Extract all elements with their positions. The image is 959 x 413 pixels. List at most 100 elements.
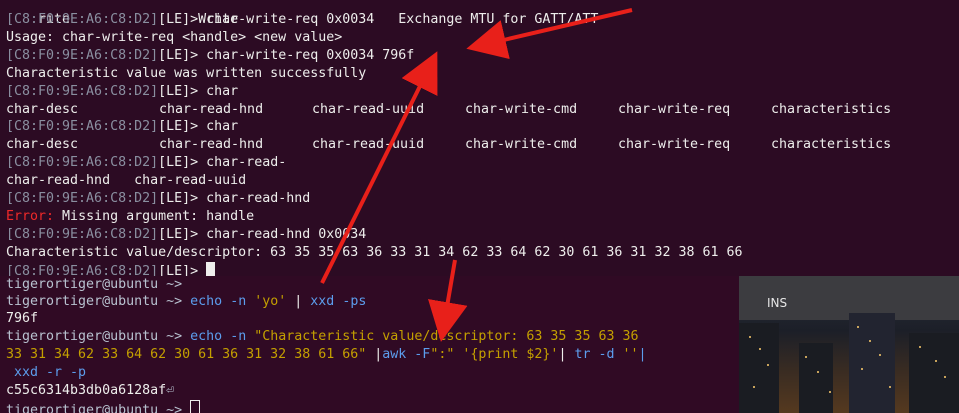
cmd-xxd: xxd: [6, 365, 39, 380]
completion-item: characteristics: [771, 137, 892, 153]
shell-line-4: tigerortiger@ubuntu ~> echo -n "Characte…: [6, 328, 638, 346]
cmd-flag: -n: [222, 329, 255, 344]
building-shape: [799, 343, 833, 413]
prompt-address: [C8:F0:9E:A6:C8:D2]: [6, 226, 159, 242]
prompt-user: tigerortiger@ubuntu: [6, 277, 159, 292]
prompt-user: tigerortiger@ubuntu: [6, 294, 159, 309]
gatt-prompt-line: [C8:F0:9E:A6:C8:D2][LE]> char: [6, 83, 238, 101]
command-text: char: [206, 119, 239, 135]
cmd-string: '{print $2}': [454, 347, 559, 362]
gatt-prompt-line: [C8:F0:9E:A6:C8:D2][LE]> char-read-: [6, 154, 286, 172]
command-text: char-write-req 0x0034: [206, 12, 375, 27]
window-light: [817, 371, 819, 373]
return-mark-icon: ⏎: [166, 383, 175, 398]
prompt-address: [C8:F0:9E:A6:C8:D2]: [6, 83, 159, 99]
cmd-flag: -F: [406, 347, 431, 362]
prompt-address: [C8:F0:9E:A6:C8:D2]: [6, 119, 159, 135]
building-shape: [739, 323, 779, 413]
window-light: [759, 348, 761, 350]
prompt-address: [C8:F0:9E:A6:C8:D2]: [6, 12, 159, 27]
window-light: [861, 368, 863, 370]
cmd-string: '': [622, 347, 639, 362]
ins-indicator: INS: [767, 296, 788, 310]
shell-line-8[interactable]: tigerortiger@ubuntu ~>: [6, 400, 201, 413]
window-light: [889, 386, 891, 388]
error-line: Error: Missing argument: handle: [6, 208, 254, 226]
shell-line-2: tigerortiger@ubuntu ~> echo -n 'yo' | xx…: [6, 293, 366, 311]
prompt-mode: [LE]>: [158, 83, 199, 99]
completion-item: characteristics: [771, 101, 892, 117]
prompt-mode: [LE]>: [158, 12, 199, 27]
cmd-flag: -n: [222, 294, 255, 309]
prompt-path: ~>: [158, 403, 183, 413]
cmd-flag: -r -p: [38, 365, 87, 380]
completion-list: char-desc char-read-hnd char-read-uuid char…: [6, 136, 924, 154]
gatt-prompt-line: [C8:F0:9E:A6:C8:D2][LE]> char-write-req …: [6, 47, 414, 65]
cmd-echo: echo: [190, 294, 223, 309]
gatt-prompt-line: [C8:F0:9E:A6:C8:D2][LE]>: [6, 261, 216, 276]
clipped-help-line: rite Write Exchange MTU for GATT/ATT: [6, 0, 598, 27]
prompt-mode: [LE]>: [158, 119, 199, 135]
prompt-user: tigerortiger@ubuntu: [6, 403, 159, 413]
prompt-address: [C8:F0:9E:A6:C8:D2]: [6, 155, 159, 171]
error-text: Missing argument: handle: [54, 208, 255, 224]
shell-line-1: tigerortiger@ubuntu ~>: [6, 276, 182, 294]
window-light: [749, 336, 751, 338]
clipped-text-c: Exchange MTU for GATT/ATT: [398, 12, 599, 27]
prompt-mode: [LE]>: [158, 263, 199, 276]
completion-item: char-read-uuid: [312, 137, 425, 153]
completion-item: char-read-uuid: [312, 101, 425, 117]
building-shape: [909, 333, 959, 413]
cmd-string: "Characteristic value/descriptor: 63 35 …: [254, 329, 639, 344]
cmd-awk: awk: [382, 347, 407, 362]
completion-item: char-write-req: [618, 137, 731, 153]
completion-item: char-desc: [6, 101, 79, 117]
window-light: [869, 340, 871, 342]
command-text: char-read-hnd: [206, 191, 311, 206]
window-light: [919, 346, 921, 348]
command-text: char: [206, 83, 239, 99]
window-light: [753, 386, 755, 388]
completion-list: char-desc char-read-hnd char-read-uuid char…: [6, 101, 924, 119]
completion-item: char-read-hnd: [159, 137, 264, 153]
output-line: Characteristic value was written success…: [6, 65, 366, 83]
command-text: char-write-req 0x0034 796f: [206, 47, 415, 63]
output-text: Characteristic value was written success…: [6, 65, 367, 81]
prompt-path: ~>: [158, 329, 183, 344]
prompt-address: [C8:F0:9E:A6:C8:D2]: [6, 47, 159, 63]
prompt-address: [C8:F0:9E:A6:C8:D2]: [6, 191, 159, 206]
cmd-pipe: |: [558, 347, 575, 362]
window-light: [935, 360, 937, 362]
prompt-address: [C8:F0:9E:A6:C8:D2]: [6, 263, 159, 276]
cmd-string: 33 31 34 62 33 64 62 30 61 36 31 32 38 6…: [6, 347, 367, 362]
prompt-path: ~>: [158, 294, 183, 309]
output-text: Usage: char-write-req <handle> <new valu…: [6, 29, 343, 45]
prompt-path: ~>: [158, 277, 183, 292]
building-shape: [849, 313, 895, 413]
window-light: [857, 326, 859, 328]
cmd-pipe: |: [286, 294, 311, 309]
prompt-user: tigerortiger@ubuntu: [6, 329, 159, 344]
shell-output-decoded: c55c6314b3db0a6128af⏎: [6, 382, 174, 400]
cmd-echo: echo: [190, 329, 223, 344]
completion-item: char-write-req: [618, 101, 731, 117]
error-label: Error:: [6, 208, 55, 224]
cmd-xxd: xxd: [310, 294, 335, 309]
prompt-mode: [LE]>: [158, 191, 199, 206]
shell-line-5: 33 31 34 62 33 64 62 30 61 36 31 32 38 6…: [6, 346, 647, 364]
gatt-prompt-line: [C8:F0:9E:A6:C8:D2][LE]> char-read-hnd 0…: [6, 226, 366, 244]
gatttool-terminal[interactable]: rite Write Exchange MTU for GATT/ATT [C8…: [0, 0, 959, 276]
gatt-prompt-line: [C8:F0:9E:A6:C8:D2][LE]> char-write-req …: [6, 11, 374, 29]
window-light: [805, 356, 807, 358]
command-text: char-read-hnd 0x0034: [206, 226, 367, 242]
terminal-cursor: [190, 400, 201, 413]
output-line: Usage: char-write-req <handle> <new valu…: [6, 29, 342, 47]
prompt-mode: [LE]>: [158, 155, 199, 171]
prompt-mode: [LE]>: [158, 226, 199, 242]
cmd-tr: tr: [574, 347, 591, 362]
output-text: c55c6314b3db0a6128af: [6, 383, 167, 398]
prompt-mode: [LE]>: [158, 47, 199, 63]
window-light: [879, 354, 881, 356]
cmd-string: 'yo': [254, 294, 287, 309]
shell-line-6: xxd -r -p: [6, 364, 86, 382]
